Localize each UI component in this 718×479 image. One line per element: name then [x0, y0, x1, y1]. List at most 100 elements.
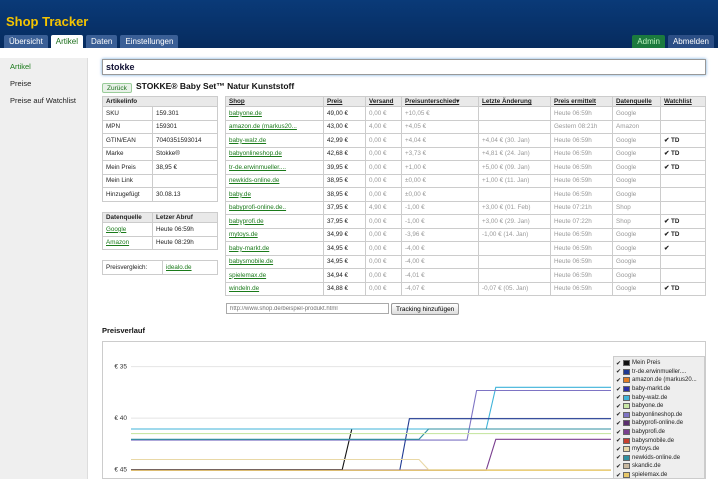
- shop-cell-diff: -4,00 €: [401, 254, 479, 269]
- shop-link[interactable]: amazon.de (markus20...: [229, 123, 297, 130]
- tab-2[interactable]: Daten: [86, 35, 118, 48]
- shop-cell-preis: 42,68 €: [323, 146, 366, 161]
- shop-column-header[interactable]: Preisunterschied▾: [401, 96, 479, 107]
- admin-button[interactable]: Admin: [632, 35, 665, 48]
- shop-cell-change: +1,00 € (11. Jan): [478, 173, 551, 188]
- check-icon: ✔: [616, 420, 622, 427]
- sidebar-item-0[interactable]: Artikel: [0, 58, 87, 75]
- legend-item[interactable]: ✔ babyprofi.de: [616, 428, 702, 437]
- shop-cell-diff: -1,00 €: [401, 214, 479, 229]
- shop-cell-change: [478, 241, 551, 256]
- shop-link[interactable]: babyonlineshop.de: [229, 150, 282, 157]
- shop-column-header[interactable]: Letzte Änderung: [478, 96, 551, 107]
- shop-link[interactable]: babyprofi.de: [229, 218, 264, 225]
- article-info-value: 7040351593014: [152, 133, 218, 148]
- shop-link[interactable]: baby-markt.de: [229, 245, 269, 252]
- legend-item[interactable]: ✔ babyprofi-online.de: [616, 419, 702, 428]
- legend-label: amazon.de (markus20...: [632, 377, 697, 384]
- legend-item[interactable]: ✔ Mein Preis: [616, 359, 702, 368]
- shop-cell-diff: -4,00 €: [401, 241, 479, 256]
- shop-cell-watch: [660, 268, 706, 283]
- check-icon: ✔: [616, 446, 622, 453]
- shop-link[interactable]: babysmobile.de: [229, 258, 273, 265]
- datasource-link[interactable]: Google: [106, 226, 126, 233]
- legend-label: tr-de.erwinmueller....: [632, 368, 687, 375]
- shop-column-header[interactable]: Datenquelle: [612, 96, 661, 107]
- shop-cell-versand: 0,00 €: [365, 281, 402, 296]
- tab-0[interactable]: Übersicht: [4, 35, 48, 48]
- legend-item[interactable]: ✔ amazon.de (markus20...: [616, 376, 702, 385]
- shop-cell-change: [478, 268, 551, 283]
- tracking-url-input[interactable]: [226, 303, 389, 314]
- shop-cell-preis: 34,99 €: [323, 227, 366, 242]
- article-info-label: Hinzugefügt: [102, 187, 153, 202]
- shop-link[interactable]: babyone.de: [229, 110, 262, 117]
- sidebar-item-2[interactable]: Preise auf Watchlist: [0, 92, 87, 109]
- shop-cell-ermittelt: Heute 06:59h: [550, 227, 613, 242]
- shop-cell-quelle: Google: [612, 133, 661, 148]
- legend-swatch: [623, 377, 630, 384]
- legend-item[interactable]: ✔ baby-walz.de: [616, 393, 702, 402]
- tab-3[interactable]: Einstellungen: [120, 35, 179, 48]
- shop-link[interactable]: baby-walz.de: [229, 137, 266, 144]
- sidebar: Artikel Preise Preise auf Watchlist: [0, 58, 88, 479]
- legend-item[interactable]: ✔ baby-markt.de: [616, 385, 702, 394]
- shop-cell-watch: [660, 187, 706, 202]
- shop-row: newkids-online.de 38,95 €0,00 € ±0,00 € +1,…: [225, 173, 706, 188]
- shop-link[interactable]: babyprofi-online.de..: [229, 204, 286, 211]
- shop-column-header[interactable]: Versand: [365, 96, 402, 107]
- shop-cell-quelle: Google: [612, 173, 661, 188]
- price-compare-link[interactable]: idealo.de: [166, 264, 192, 271]
- legend-item[interactable]: ✔ spielemax.de: [616, 471, 702, 478]
- series-line-2: [131, 389, 611, 441]
- legend-item[interactable]: ✔ babyone.de: [616, 402, 702, 411]
- shop-cell-diff: +4,05 €: [401, 119, 479, 134]
- legend-item[interactable]: ✔ newkids-online.de: [616, 454, 702, 463]
- article-info-label: GTIN/EAN: [102, 133, 153, 148]
- legend-item[interactable]: ✔ babyonlineshop.de: [616, 411, 702, 420]
- legend-item[interactable]: ✔ skandic.de: [616, 462, 702, 471]
- datasource-row: Amazon Heute 08:29h: [102, 235, 218, 250]
- shop-column-header[interactable]: Preis: [323, 96, 366, 107]
- article-info-label: Mein Link: [102, 173, 153, 188]
- sidebar-item-1[interactable]: Preise: [0, 75, 87, 92]
- shop-cell-watch: ✔ TD: [660, 227, 706, 242]
- shop-cell-ermittelt: Heute 06:59h: [550, 146, 613, 161]
- shop-link[interactable]: baby.de: [229, 191, 251, 198]
- datasource-table: Datenquelle Letzer Abruf Google Heute 06:5…: [102, 212, 218, 250]
- shop-link[interactable]: newkids-online.de: [229, 177, 279, 184]
- shop-cell-versand: 0,00 €: [365, 268, 402, 283]
- legend-swatch: [623, 420, 630, 427]
- legend-item[interactable]: ✔ mytoys.de: [616, 445, 702, 454]
- chart-title: Preisverlauf: [102, 326, 145, 335]
- tab-1[interactable]: Artikel: [50, 35, 84, 48]
- shop-cell-quelle: Google: [612, 227, 661, 242]
- shop-link[interactable]: mytoys.de: [229, 231, 258, 238]
- legend-swatch: [623, 472, 630, 478]
- shop-link[interactable]: tr-de.erwinmueller....: [229, 164, 286, 171]
- add-tracking-button[interactable]: Tracking hinzufügen: [391, 303, 460, 315]
- shop-cell-watch: [660, 119, 706, 134]
- shop-row: babyonlineshop.de 42,68 €0,00 € +3,73 € +4,…: [225, 146, 706, 161]
- series-line-3: [131, 418, 611, 471]
- shop-column-header[interactable]: Watchlist: [660, 96, 706, 107]
- shop-cell-watch: [660, 106, 706, 121]
- shop-row: baby-markt.de 34,95 €0,00 € -4,00 € Heute 0…: [225, 241, 706, 256]
- article-info-row: GTIN/EAN 7040351593014: [102, 133, 218, 148]
- legend-item[interactable]: ✔ babysmobile.de: [616, 436, 702, 445]
- shop-link[interactable]: spielemax.de: [229, 272, 266, 279]
- datasource-link[interactable]: Amazon: [106, 239, 129, 246]
- logout-button[interactable]: Abmelden: [667, 35, 714, 48]
- shop-column-header[interactable]: Preis ermittelt: [550, 96, 613, 107]
- check-icon: ✔: [616, 395, 622, 402]
- search-input[interactable]: [102, 59, 706, 75]
- shop-column-header[interactable]: Shop: [225, 96, 324, 107]
- shop-cell-watch: ✔ TD: [660, 133, 706, 148]
- datasource-time: Heute 06:59h: [152, 222, 218, 237]
- article-info-value: 159301: [152, 119, 218, 134]
- legend-label: babyone.de: [632, 403, 664, 410]
- legend-item[interactable]: ✔ tr-de.erwinmueller....: [616, 368, 702, 377]
- back-button[interactable]: Zurück: [102, 83, 132, 93]
- shop-cell-preis: 43,00 €: [323, 119, 366, 134]
- shop-link[interactable]: windeln.de: [229, 285, 259, 292]
